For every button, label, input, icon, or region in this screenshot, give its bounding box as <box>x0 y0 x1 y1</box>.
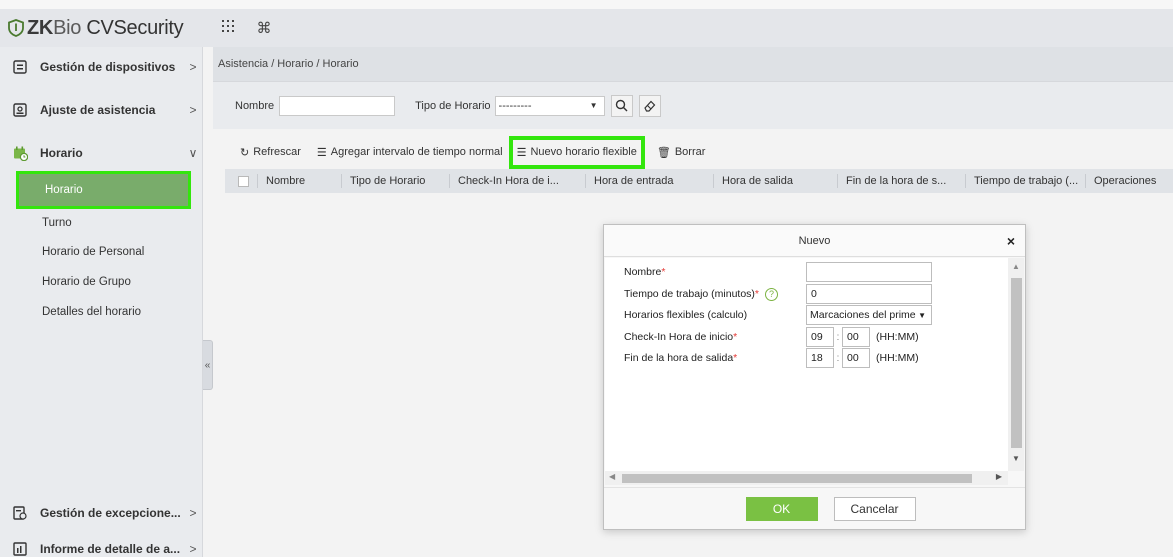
dialog-title: Nuevo <box>798 234 831 247</box>
sidebar: Gestión de dispositivos > Ajuste de asis… <box>0 47 203 557</box>
col-hora-salida[interactable]: Hora de salida <box>713 174 837 188</box>
form-row-checkin: Check-In Hora de inicio * 09 : 00 (HH:MM) <box>624 327 1004 347</box>
vertical-scrollbar[interactable]: ▲ ▼ <box>1008 258 1024 471</box>
search-icon <box>615 99 628 112</box>
trash-icon: 🗑 <box>656 146 671 159</box>
sidebar-collapse-handle[interactable]: « <box>203 340 213 390</box>
search-tipo-label: Tipo de Horario <box>415 99 491 112</box>
close-icon[interactable]: × <box>1007 233 1015 249</box>
time-separator: : <box>836 331 840 343</box>
caret-down-icon: ▼ <box>589 100 598 110</box>
exception-icon <box>12 505 28 521</box>
time-separator: : <box>836 352 840 364</box>
top-strip <box>0 0 1173 9</box>
search-button[interactable] <box>610 94 633 117</box>
chevron-right-icon: > <box>189 103 197 117</box>
search-nombre-label: Nombre <box>235 99 275 112</box>
scroll-left-icon[interactable]: ◀ <box>609 472 615 481</box>
report-icon <box>12 541 28 557</box>
form-row-flexibles: Horarios flexibles (calculo) Marcaciones… <box>624 305 1004 325</box>
scroll-right-icon[interactable]: ▶ <box>996 472 1002 481</box>
required-mark: * <box>754 288 760 300</box>
schedule-icon <box>12 145 28 161</box>
app-header: ZKBio CVSecurity ⌘ <box>0 9 1173 47</box>
form-row-tiempo: Tiempo de trabajo (minutos) *? 0 <box>624 284 1004 304</box>
app-title: ZKBio CVSecurity <box>27 16 184 39</box>
breadcrumb: Asistencia / Horario / Horario <box>213 47 1173 81</box>
caret-down-icon: ▼ <box>916 311 926 320</box>
app-logo: ZKBio CVSecurity <box>0 9 205 47</box>
checkin-minute-field[interactable]: 00 <box>842 327 870 347</box>
nombre-field[interactable] <box>806 262 932 282</box>
fin-minute-field[interactable]: 00 <box>842 348 870 368</box>
sidebar-subitem-detalles-horario[interactable]: Detalles del horario <box>0 298 203 326</box>
dialog-title-bar: Nuevo × <box>604 225 1025 257</box>
table-header: Nombre Tipo de Horario Check-In Hora de … <box>225 169 1173 193</box>
chevron-right-icon: > <box>189 60 197 74</box>
chevron-down-icon: ∨ <box>188 146 198 160</box>
attendance-settings-icon <box>12 102 28 118</box>
chevron-right-icon: > <box>189 542 197 556</box>
add-list-icon: ☰ <box>516 146 527 159</box>
horarios-flexibles-select[interactable]: Marcaciones del primer ▼ <box>806 305 932 325</box>
search-tipo-select[interactable]: --------- ▼ <box>494 95 605 116</box>
col-tiempo-trabajo[interactable]: Tiempo de trabajo (... <box>965 174 1085 188</box>
col-operaciones[interactable]: Operaciones <box>1085 174 1173 188</box>
ok-button[interactable]: OK <box>745 496 818 521</box>
dialog-body: Nombre * Tiempo de trabajo (minutos) *? 0 … <box>605 258 1008 471</box>
sidebar-subitem-turno[interactable]: Turno <box>0 209 203 237</box>
shield-logo-icon <box>8 19 24 37</box>
sidebar-item-ajuste-asistencia[interactable]: Ajuste de asistencia > <box>0 90 203 130</box>
add-normal-interval-button[interactable]: ☰ Agregar intervalo de tiempo normal <box>317 146 503 159</box>
help-icon[interactable]: ? <box>765 287 779 301</box>
form-row-nombre: Nombre * <box>624 262 1004 282</box>
dialog-footer: OK Cancelar <box>604 487 1025 529</box>
toolbar: ↻ Refrescar ☰ Agregar intervalo de tiemp… <box>213 135 1173 169</box>
sidebar-item-gestion-excepciones[interactable]: Gestión de excepcione... > <box>0 493 203 533</box>
clear-button[interactable] <box>638 94 661 117</box>
checkin-hour-field[interactable]: 09 <box>806 327 834 347</box>
add-list-icon: ☰ <box>316 146 327 159</box>
form-row-fin-salida: Fin de la hora de salida * 18 : 00 (HH:MM… <box>624 348 1004 368</box>
time-format-hint: (HH:MM) <box>876 331 919 343</box>
refresh-button[interactable]: ↻ Refrescar <box>240 146 301 159</box>
new-flexible-schedule-button[interactable]: ☰ Nuevo horario flexible <box>508 135 645 169</box>
col-tipo-horario[interactable]: Tipo de Horario <box>341 174 449 188</box>
required-mark: * <box>733 352 738 364</box>
search-nombre-input[interactable] <box>279 95 396 116</box>
horizontal-scroll-thumb[interactable] <box>622 474 972 483</box>
apps-grid-icon[interactable] <box>219 19 237 37</box>
chevron-right-icon: > <box>189 506 197 520</box>
required-mark: * <box>661 266 666 278</box>
search-bar: Nombre Tipo de Horario --------- ▼ <box>213 81 1173 129</box>
fin-hour-field[interactable]: 18 <box>806 348 834 368</box>
cancel-button[interactable]: Cancelar <box>833 496 916 521</box>
tiempo-trabajo-field[interactable]: 0 <box>806 284 932 304</box>
required-mark: * <box>733 331 738 343</box>
sidebar-subitem-horario-active[interactable]: Horario <box>16 171 191 209</box>
sidebar-item-horario[interactable]: Horario ∨ <box>0 133 203 173</box>
sidebar-subitem-horario-grupo[interactable]: Horario de Grupo <box>0 268 203 296</box>
scroll-up-icon[interactable]: ▲ <box>1012 262 1020 271</box>
col-fin-hora-salida[interactable]: Fin de la hora de s... <box>837 174 965 188</box>
delete-button[interactable]: 🗑 Borrar <box>657 146 706 159</box>
new-schedule-dialog: Nuevo × Nombre * Tiempo de trabajo (minut… <box>603 224 1026 530</box>
col-hora-entrada[interactable]: Hora de entrada <box>585 174 713 188</box>
select-all-checkbox[interactable] <box>238 175 249 187</box>
time-format-hint: (HH:MM) <box>876 352 919 364</box>
sidebar-item-gestion-dispositivos[interactable]: Gestión de dispositivos > <box>0 47 203 87</box>
col-nombre[interactable]: Nombre <box>257 174 341 188</box>
sidebar-item-informe-detalle[interactable]: Informe de detalle de a... > <box>0 535 203 557</box>
device-icon <box>12 59 28 75</box>
col-checkin-inicio[interactable]: Check-In Hora de i... <box>449 174 585 188</box>
scroll-down-icon[interactable]: ▼ <box>1012 454 1020 463</box>
horizontal-scrollbar[interactable]: ◀ ▶ <box>605 471 1008 485</box>
vertical-scroll-thumb[interactable] <box>1011 278 1022 448</box>
refresh-icon: ↻ <box>240 146 250 159</box>
eraser-icon <box>644 100 656 112</box>
sidebar-subitem-horario-personal[interactable]: Horario de Personal <box>0 238 203 266</box>
command-icon[interactable]: ⌘ <box>255 19 273 37</box>
